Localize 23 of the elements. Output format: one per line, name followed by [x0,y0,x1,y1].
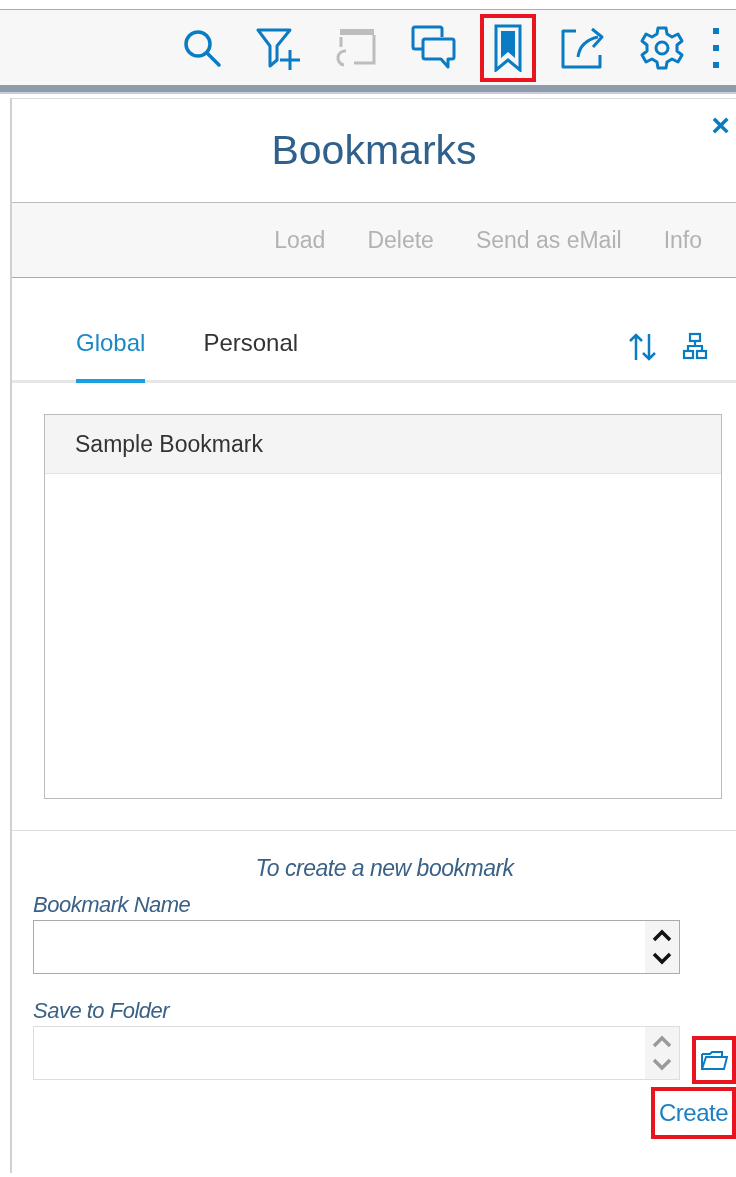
list-item[interactable]: Sample Bookmark [45,415,721,474]
field-label: Save to Folder [33,998,172,1024]
spinner-icon [651,1033,673,1073]
bookmark-icon [494,23,522,72]
sort-icon[interactable] [628,332,658,362]
panel-title: Bookmarks [271,127,477,174]
close-button[interactable]: × [707,109,734,141]
create-button[interactable]: Create [650,1087,736,1139]
field-label: Bookmark Name [33,892,192,918]
spinner-icon [651,927,673,967]
window-restore-icon [336,26,376,69]
form-heading: To create a new bookmark [254,855,516,882]
folder-button[interactable] [692,1036,736,1084]
more-icon [712,25,720,70]
bookmark-button[interactable] [480,13,536,82]
tab[interactable]: Global [76,329,146,383]
text-field[interactable] [33,920,680,974]
hierarchy-icon[interactable] [682,332,708,360]
comments-icon [410,24,456,71]
settings-icon [640,25,684,70]
folder-icon [700,1049,728,1071]
search-icon [182,27,222,68]
tab[interactable]: Personal [203,329,299,383]
